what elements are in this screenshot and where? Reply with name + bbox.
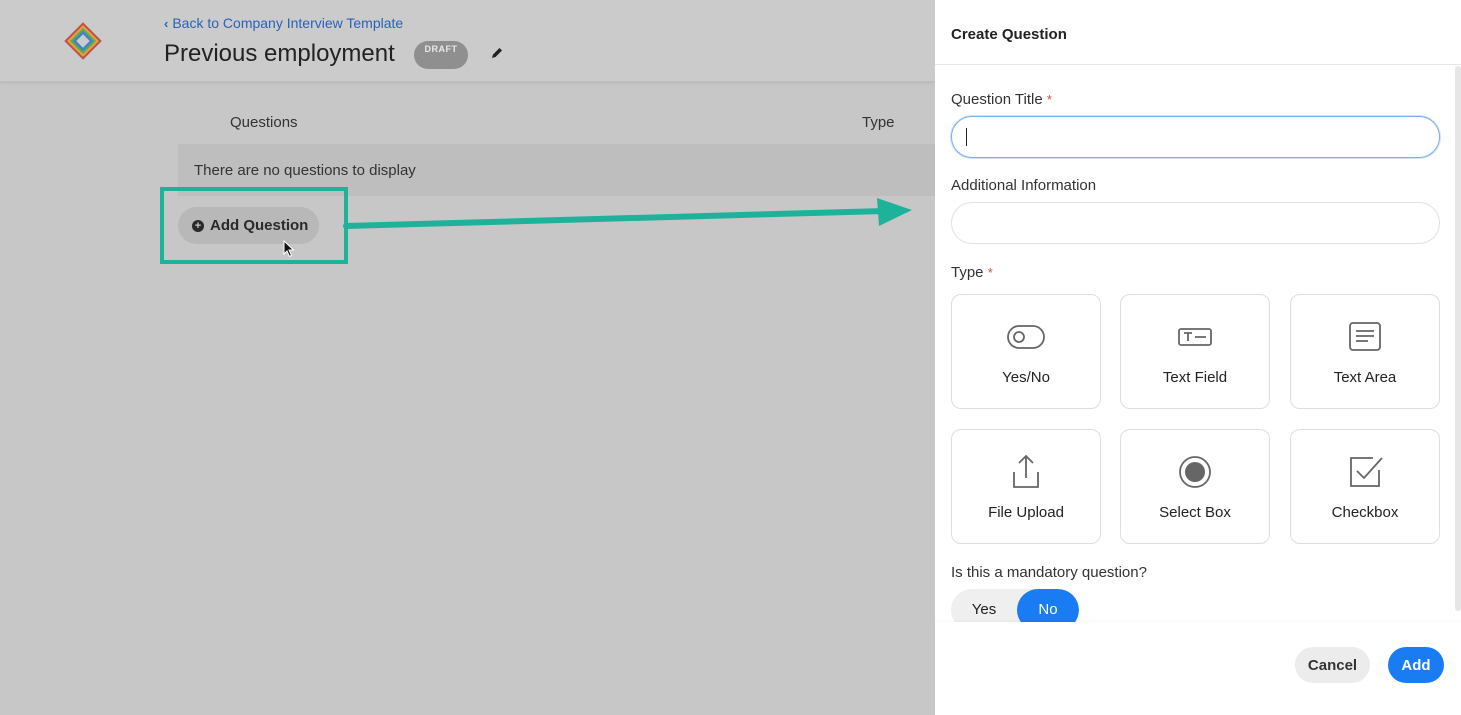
create-question-panel: Create Question Question Title * Additio… bbox=[935, 0, 1461, 715]
edit-pencil-icon[interactable] bbox=[490, 46, 504, 60]
empty-message: There are no questions to display bbox=[194, 162, 416, 179]
text-caret bbox=[966, 128, 967, 146]
column-header-questions: Questions bbox=[230, 114, 298, 131]
cancel-button[interactable]: Cancel bbox=[1295, 647, 1370, 683]
additional-info-input[interactable] bbox=[951, 202, 1440, 244]
radio-icon bbox=[1179, 456, 1211, 488]
required-mark: * bbox=[987, 265, 993, 280]
checkbox-icon bbox=[1350, 457, 1383, 487]
type-option-text-field[interactable]: Text Field bbox=[1120, 294, 1270, 409]
type-option-checkbox[interactable]: Checkbox bbox=[1290, 429, 1440, 544]
mandatory-question-label: Is this a mandatory question? bbox=[951, 564, 1147, 581]
type-option-text-area[interactable]: Text Area bbox=[1290, 294, 1440, 409]
type-option-file-upload[interactable]: File Upload bbox=[951, 429, 1101, 544]
column-header-type: Type bbox=[862, 114, 895, 131]
annotation-arrow-icon bbox=[343, 198, 912, 229]
back-link-label: Back to Company Interview Template bbox=[172, 15, 404, 31]
page-background: ‹ Back to Company Interview Template Pre… bbox=[0, 0, 935, 715]
panel-title: Create Question bbox=[951, 26, 1067, 43]
required-mark: * bbox=[1046, 92, 1052, 107]
text-area-icon bbox=[1349, 322, 1381, 351]
panel-header: Create Question bbox=[935, 0, 1461, 65]
type-option-select-box[interactable]: Select Box bbox=[1120, 429, 1270, 544]
question-title-label-text: Question Title bbox=[951, 91, 1043, 108]
top-bar: ‹ Back to Company Interview Template Pre… bbox=[0, 0, 935, 82]
page-title: Previous employment bbox=[164, 40, 395, 67]
question-title-input[interactable] bbox=[951, 116, 1440, 158]
type-option-label: Checkbox bbox=[1331, 504, 1399, 521]
chevron-left-icon: ‹ bbox=[164, 15, 169, 31]
type-option-label: Select Box bbox=[1159, 504, 1231, 521]
type-label-text: Type bbox=[951, 264, 984, 281]
toggle-icon bbox=[1007, 325, 1045, 349]
additional-info-label: Additional Information bbox=[951, 177, 1097, 194]
panel-scrollbar[interactable] bbox=[1455, 66, 1461, 611]
text-field-icon bbox=[1178, 328, 1212, 346]
type-option-label: Text Field bbox=[1162, 369, 1228, 386]
mouse-cursor-icon bbox=[283, 240, 295, 258]
upload-icon bbox=[1013, 454, 1039, 488]
type-option-label: File Upload bbox=[988, 504, 1064, 521]
status-badge: DRAFT bbox=[414, 41, 468, 69]
annotation-highlight-box bbox=[160, 187, 348, 264]
add-button[interactable]: Add bbox=[1388, 647, 1444, 683]
company-logo-icon bbox=[64, 22, 102, 60]
panel-footer: Cancel Add bbox=[935, 622, 1461, 715]
back-link[interactable]: ‹ Back to Company Interview Template bbox=[164, 15, 403, 31]
question-title-label: Question Title * bbox=[951, 91, 1052, 108]
type-option-yes-no[interactable]: Yes/No bbox=[951, 294, 1101, 409]
type-label: Type * bbox=[951, 264, 993, 281]
type-option-label: Text Area bbox=[1333, 369, 1397, 386]
type-option-label: Yes/No bbox=[1002, 369, 1050, 386]
